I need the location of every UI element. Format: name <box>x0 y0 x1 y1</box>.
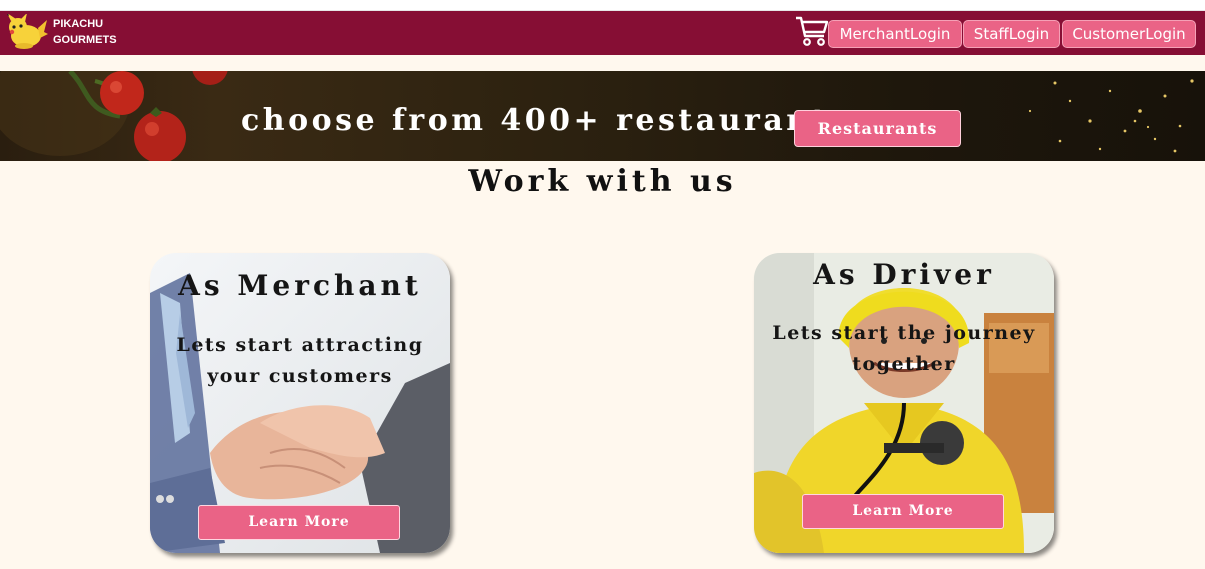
pikachu-icon[interactable] <box>4 13 48 50</box>
staff-login-button[interactable]: StaffLogin <box>963 20 1060 48</box>
merchant-learn-more-button[interactable]: Learn More <box>198 505 400 540</box>
hero-banner: choose from 400+ restaurant Restaurants <box>0 71 1205 161</box>
driver-card-title: As Driver <box>813 258 995 291</box>
driver-learn-more-button[interactable]: Learn More <box>802 494 1004 529</box>
browser-top-strip <box>0 0 1205 11</box>
merchant-card-title: As Merchant <box>178 269 422 302</box>
merchant-card-text: Lets start attracting your customers <box>160 330 440 392</box>
brand-line-1: PIKACHU <box>53 18 104 30</box>
driver-card: As Driver Lets start the journey togethe… <box>754 253 1054 553</box>
merchant-card: As Merchant Lets start attracting your c… <box>150 253 450 553</box>
merchant-card-text-line-2: your customers <box>207 365 393 387</box>
driver-card-text-line-1: Lets start the journey <box>772 322 1036 344</box>
cart-icon[interactable] <box>795 15 829 47</box>
work-with-us-title: Work with us <box>468 164 737 199</box>
driver-card-text-line-2: together <box>852 353 956 375</box>
navbar: PIKACHU GOURMETS MerchantLogin StaffLogi… <box>0 11 1205 55</box>
brand-name[interactable]: PIKACHU GOURMETS <box>53 16 117 48</box>
brand-line-2: GOURMETS <box>53 34 117 46</box>
merchant-login-button[interactable]: MerchantLogin <box>828 20 962 48</box>
merchant-card-text-line-1: Lets start attracting <box>176 334 424 356</box>
customer-login-button[interactable]: CustomerLogin <box>1062 20 1196 48</box>
restaurants-button[interactable]: Restaurants <box>794 110 961 147</box>
driver-card-text: Lets start the journey together <box>754 318 1054 380</box>
banner-headline: choose from 400+ restaurant <box>241 103 829 138</box>
